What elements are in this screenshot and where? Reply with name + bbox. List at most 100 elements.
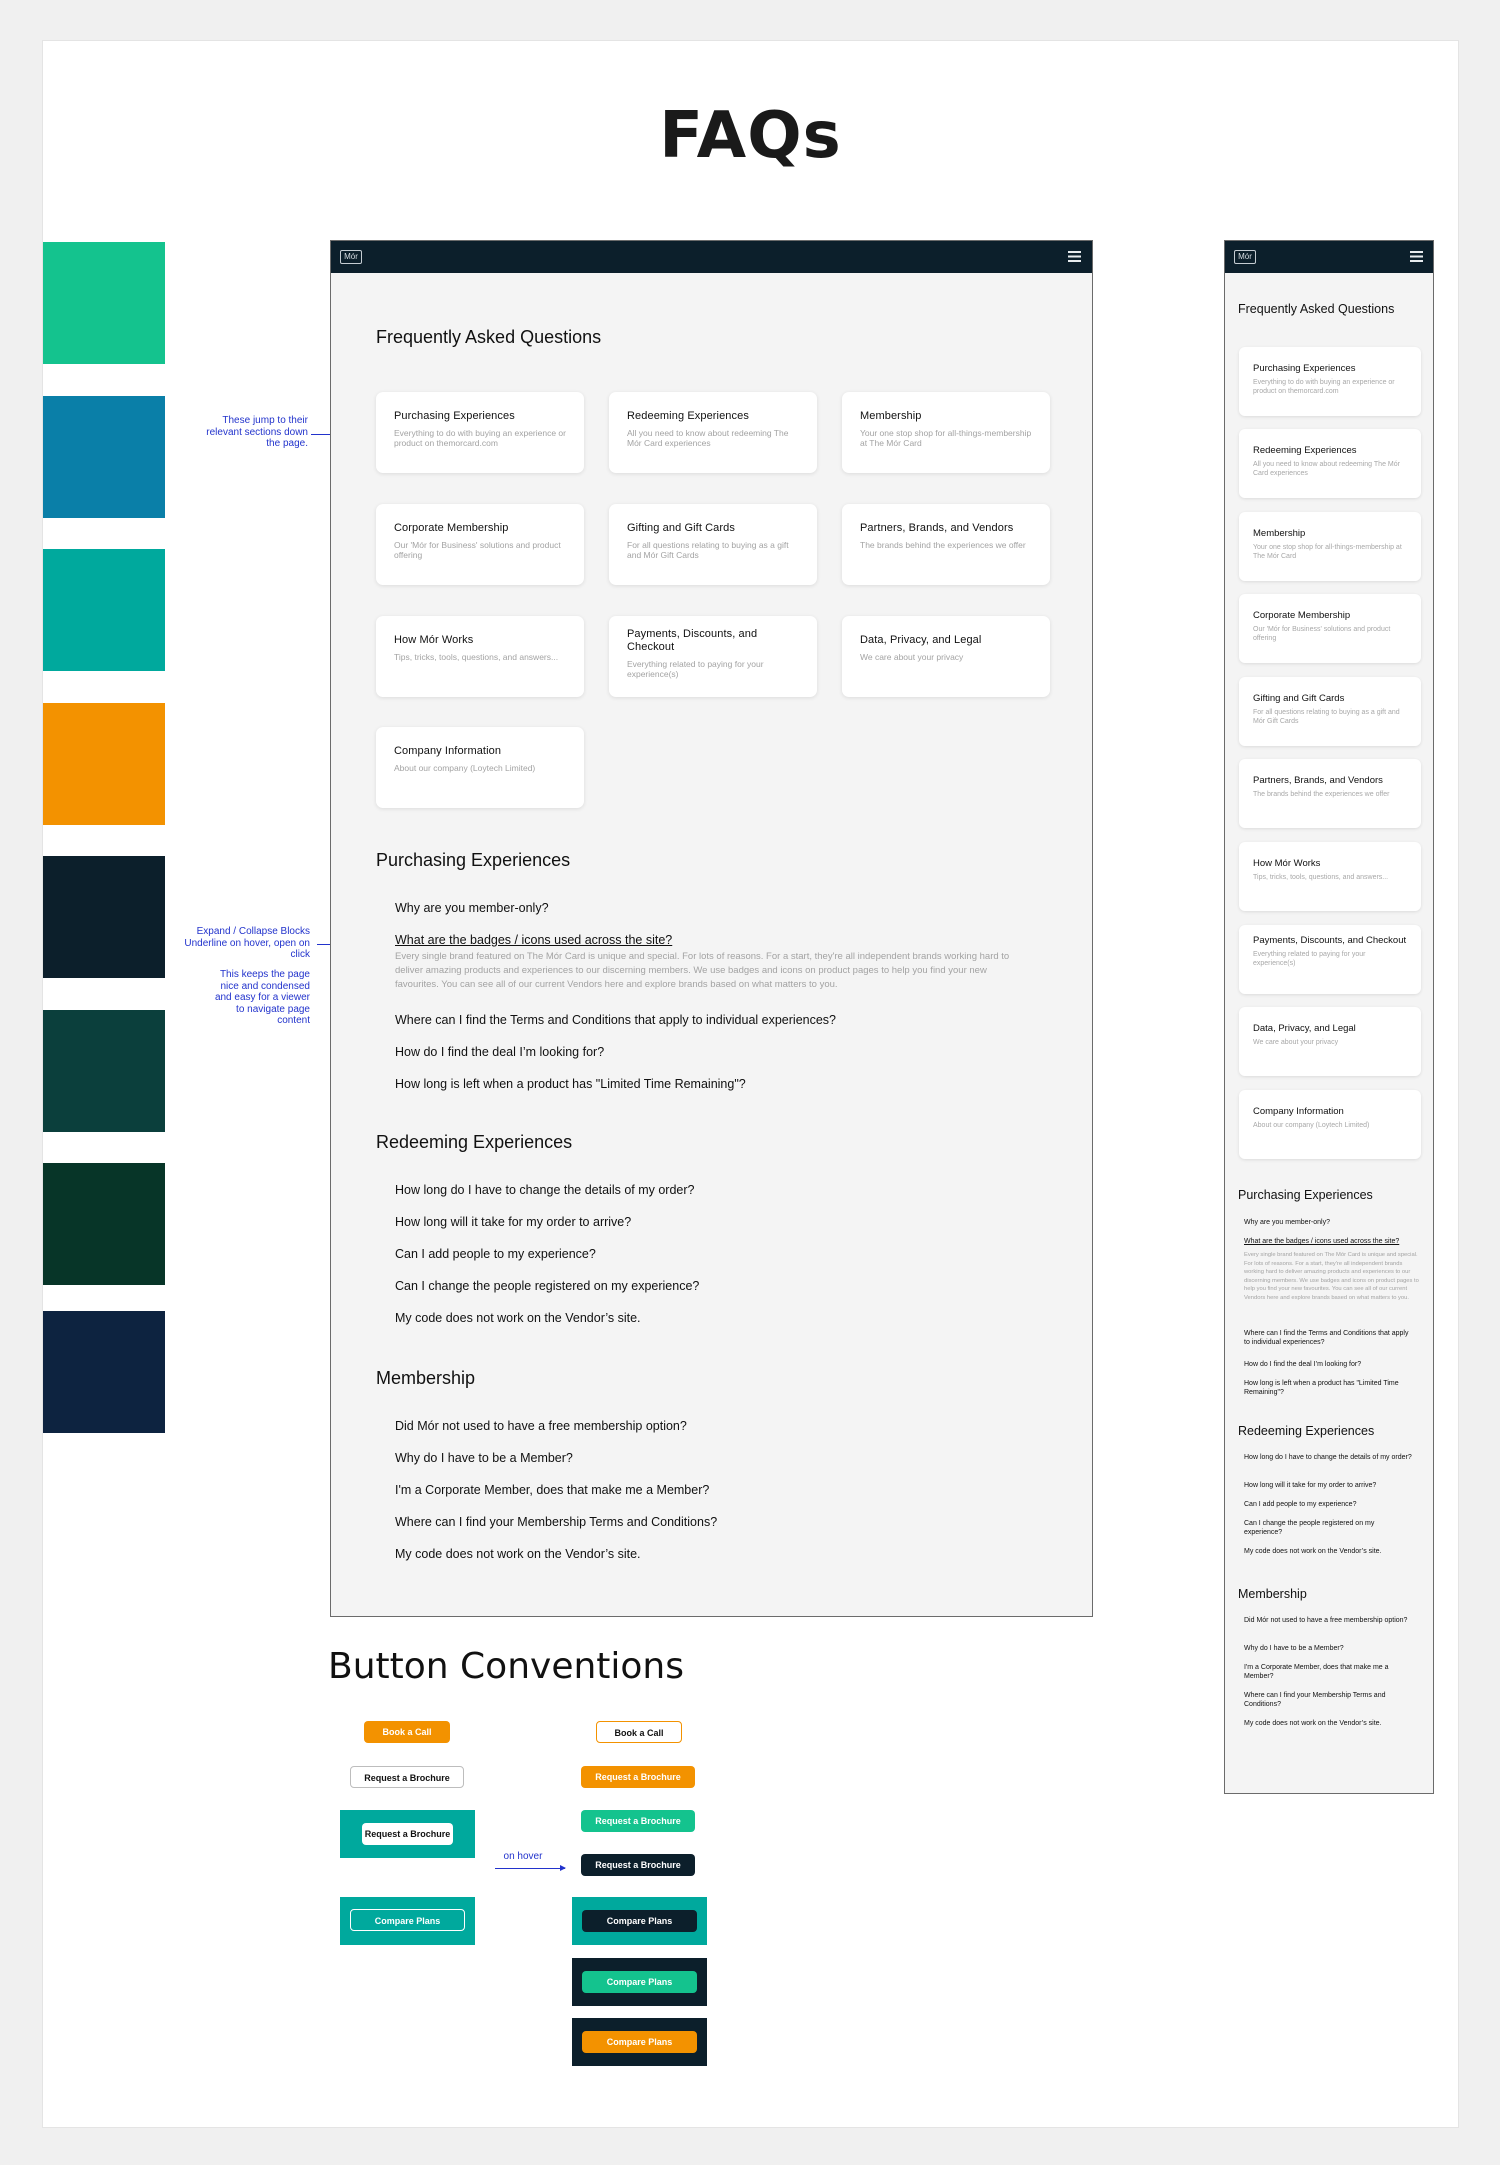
compare-plans-button-hover[interactable]: Compare Plans [582,2031,697,2053]
navbar: Mór [331,241,1092,273]
compare-plans-button-hover[interactable]: Compare Plans [582,1910,697,1932]
faq-question[interactable]: Why do I have to be a Member? [1244,1645,1414,1654]
category-card[interactable]: Redeeming Experiences All you need to kno… [609,392,817,473]
faq-question[interactable]: Why are you member-only? [395,901,549,915]
category-card[interactable]: Gifting and Gift Cards For all questions … [609,504,817,585]
faq-question[interactable]: Where can I find the Terms and Condition… [395,1013,836,1027]
faq-question[interactable]: How long will it take for my order to ar… [1244,1482,1414,1491]
faq-question[interactable]: How long will it take for my order to ar… [395,1215,631,1229]
card-desc: Our 'Mór for Business' solutions and pro… [394,540,561,560]
faq-question[interactable]: Why do I have to be a Member? [395,1451,573,1465]
faq-question[interactable]: My code does not work on the Vendor’s si… [395,1311,641,1325]
category-card[interactable]: Partners, Brands, and Vendors The brands … [842,504,1050,585]
swatch-teal [43,549,165,671]
category-card[interactable]: Payments, Discounts, and Checkout Everyth… [609,616,817,697]
faq-question[interactable]: How do I find the deal I’m looking for? [395,1045,604,1059]
annotation-arrow [495,1865,566,1871]
faq-question[interactable]: How long is left when a product has "Lim… [395,1077,746,1091]
swatch-dark-green [43,1163,165,1285]
hamburger-menu-icon[interactable] [1410,251,1423,262]
book-call-button-hover[interactable]: Book a Call [596,1721,682,1743]
request-brochure-button-hover[interactable]: Request a Brochure [581,1854,695,1876]
card-title: Partners, Brands, and Vendors [860,522,1014,534]
faq-question[interactable]: Where can I find your Membership Terms a… [395,1515,717,1529]
faq-question[interactable]: Can I add people to my experience? [1244,1501,1414,1510]
category-card[interactable]: Partners, Brands, and Vendors The brands … [1239,759,1421,828]
category-card[interactable]: Company Information About our company (Lo… [1239,1090,1421,1159]
faq-question[interactable]: Can I change the people registered on my… [395,1279,699,1293]
teal-panel: Request a Brochure [340,1810,475,1858]
category-card[interactable]: Purchasing Experiences Everything to do w… [376,392,584,473]
compare-plans-button-hover[interactable]: Compare Plans [582,1971,697,1993]
card-title: Corporate Membership [394,522,509,534]
category-card[interactable]: Corporate Membership Our 'Mór for Busines… [376,504,584,585]
card-desc: Everything to do with buying an experien… [1253,379,1395,395]
card-desc: All you need to know about redeeming The… [1253,461,1400,477]
faq-question[interactable]: My code does not work on the Vendor’s si… [1244,1720,1414,1729]
faq-answer: Every single brand featured on The Mór C… [1244,1252,1419,1301]
card-desc: About our company (Loytech Limited) [394,763,536,773]
category-card[interactable]: Corporate Membership Our 'Mór for Busines… [1239,594,1421,663]
faq-question[interactable]: I'm a Corporate Member, does that make m… [1244,1664,1414,1681]
category-card[interactable]: Membership Your one stop shop for all-thi… [1239,512,1421,581]
annotation-keeps: This keeps the page nice and condensed a… [214,969,310,1026]
button-conventions-title: Button Conventions [328,1646,684,1687]
section-title: Membership [1238,1587,1307,1601]
category-card[interactable]: Redeeming Experiences All you need to kno… [1239,429,1421,498]
logo[interactable]: Mór [1234,250,1256,264]
faq-question[interactable]: How long do I have to change the details… [395,1183,695,1197]
request-brochure-button[interactable]: Request a Brochure [362,1823,453,1845]
category-card[interactable]: Company Information About our company (Lo… [376,727,584,808]
card-title: Partners, Brands, and Vendors [1253,775,1383,786]
faq-question[interactable]: Can I change the people registered on my… [1244,1520,1414,1537]
card-title: Membership [860,410,922,422]
card-title: Gifting and Gift Cards [1253,693,1345,704]
hamburger-menu-icon[interactable] [1068,251,1081,262]
section-title: Membership [376,1368,476,1388]
category-card[interactable]: Purchasing Experiences Everything to do w… [1239,347,1421,416]
category-card[interactable]: Gifting and Gift Cards For all questions … [1239,677,1421,746]
card-desc: Our 'Mór for Business' solutions and pro… [1253,626,1391,642]
category-card[interactable]: Membership Your one stop shop for all-thi… [842,392,1050,473]
compare-plans-button[interactable]: Compare Plans [350,1909,465,1931]
faq-question[interactable]: Can I add people to my experience? [395,1247,596,1261]
category-card[interactable]: Data, Privacy, and Legal We care about yo… [842,616,1050,697]
card-desc: The brands behind the experiences we off… [1253,791,1390,798]
faq-question[interactable]: Where can I find the Terms and Condition… [1244,1330,1414,1347]
faq-question[interactable]: Where can I find your Membership Terms a… [1244,1692,1414,1709]
swatch-dark-teal [43,1010,165,1132]
faq-question[interactable]: Did Mór not used to have a free membersh… [1244,1617,1414,1626]
category-card[interactable]: How Mór Works Tips, tricks, tools, questi… [376,616,584,697]
logo[interactable]: Mór [340,250,362,264]
card-title: Data, Privacy, and Legal [1253,1023,1356,1034]
annotation-hover: on hover [503,1851,543,1862]
faq-question[interactable]: My code does not work on the Vendor’s si… [395,1547,641,1561]
navbar: Mór [1225,241,1433,273]
request-brochure-button-hover[interactable]: Request a Brochure [581,1810,695,1832]
faq-question[interactable]: What are the badges / icons used across … [395,933,672,947]
faq-question[interactable]: How do I find the deal I’m looking for? [1244,1361,1414,1370]
faq-question[interactable]: How long is left when a product has "Lim… [1244,1380,1414,1397]
faq-question[interactable]: Did Mór not used to have a free membersh… [395,1419,687,1433]
request-brochure-button-hover[interactable]: Request a Brochure [581,1766,695,1788]
faq-question[interactable]: How long do I have to change the details… [1244,1454,1414,1463]
category-card[interactable]: How Mór Works Tips, tricks, tools, questi… [1239,842,1421,911]
faq-question[interactable]: My code does not work on the Vendor’s si… [1244,1548,1414,1557]
card-desc: Tips, tricks, tools, questions, and answ… [1253,874,1389,881]
faq-question[interactable]: Why are you member-only? [1244,1219,1414,1228]
card-desc: All you need to know about redeeming The… [627,428,789,448]
category-card[interactable]: Payments, Discounts, and Checkout Everyth… [1239,925,1421,994]
category-card[interactable]: Data, Privacy, and Legal We care about yo… [1239,1007,1421,1076]
card-title: Redeeming Experiences [627,410,749,422]
card-desc: For all questions relating to buying as … [1253,709,1400,725]
card-title: Corporate Membership [1253,610,1351,621]
desktop-frame: Mór Frequently Asked Questions Purchasin… [330,240,1093,1617]
faq-question[interactable]: What are the badges / icons used across … [1244,1238,1414,1247]
faq-question[interactable]: I'm a Corporate Member, does that make m… [395,1483,709,1497]
card-title: Company Information [1253,1106,1344,1117]
card-desc: Everything related to paying for your ex… [1253,951,1366,967]
swatch-green [43,242,165,364]
request-brochure-button[interactable]: Request a Brochure [350,1766,464,1788]
card-desc: We care about your privacy [860,652,964,662]
book-call-button[interactable]: Book a Call [364,1721,450,1743]
